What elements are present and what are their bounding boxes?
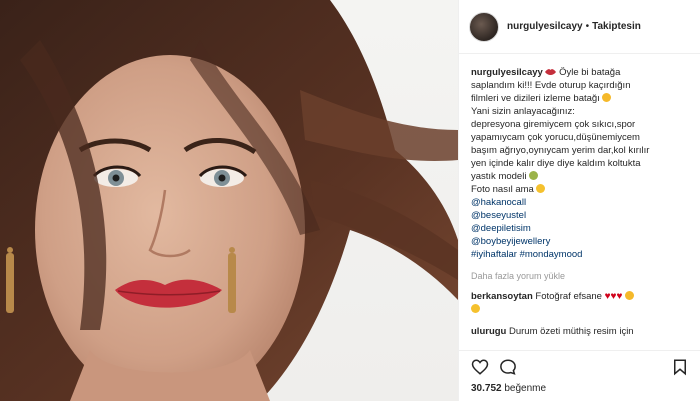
caption-line: yen içinde kalır diye diye kaldım koltuk… bbox=[471, 158, 641, 169]
comment: ulurugu Durum özeti müthiş resim için bbox=[471, 325, 689, 338]
load-more-comments[interactable]: Daha fazla yorum yükle bbox=[471, 271, 689, 281]
lips-emoji-icon bbox=[545, 69, 557, 75]
action-bar: 30.752 beğenme bbox=[459, 350, 700, 401]
comment-icon[interactable] bbox=[499, 358, 517, 376]
caption-line: saplandım ki!!! Evde oturup kaçırdığın bbox=[471, 80, 631, 91]
header-username[interactable]: nurgulyesilcayy bbox=[507, 21, 583, 32]
portrait-illustration bbox=[0, 0, 458, 401]
mention-link[interactable]: @deepiletisim bbox=[471, 222, 689, 235]
caption-line: başım ağrıyo,oynıycam yerim dar,kol kırı… bbox=[471, 145, 650, 156]
comment: berkansoytan Fotoğraf efsane ♥♥♥ bbox=[471, 290, 689, 316]
header-separator: • bbox=[585, 21, 590, 32]
comment-username[interactable]: berkansoytan bbox=[471, 291, 533, 302]
heart-icon[interactable] bbox=[471, 358, 489, 376]
caption-line: depresyona giremiycem çok sıkıcı,spor bbox=[471, 119, 636, 130]
sick-emoji-icon bbox=[529, 171, 539, 180]
comment-username[interactable]: ulurugu bbox=[471, 326, 506, 337]
caption-username[interactable]: nurgulyesilcayy bbox=[471, 67, 543, 78]
caption-line: yastık modeli bbox=[471, 171, 527, 182]
caption-line: Yani sizin anlayacağınız: bbox=[471, 106, 575, 117]
heart-eyes-emoji-icon bbox=[625, 291, 635, 300]
likes-count[interactable]: 30.752 beğenme bbox=[471, 383, 689, 394]
post-header: nurgulyesilcayy • Takiptesin bbox=[459, 0, 700, 54]
post-photo[interactable] bbox=[0, 0, 458, 401]
likes-number: 30.752 bbox=[471, 383, 502, 394]
mention-link[interactable]: @beseyustel bbox=[471, 209, 689, 222]
avatar[interactable] bbox=[469, 11, 499, 42]
hashtags[interactable]: #iyihaftalar #mondaymood bbox=[471, 248, 689, 261]
comment-text: Fotoğraf efsane bbox=[535, 291, 602, 302]
caption-line: Öyle bi batağa bbox=[559, 67, 621, 78]
grin-emoji-icon bbox=[602, 93, 612, 102]
mention-link[interactable]: @hakanocall bbox=[471, 196, 689, 209]
caption-line: yapamıycam çok yorucu,düşünemiycem bbox=[471, 132, 640, 143]
smile-emoji-icon bbox=[471, 304, 480, 313]
post-side-panel: nurgulyesilcayy • Takiptesin nurgulyesil… bbox=[458, 0, 700, 401]
caption-line: Foto nasıl ama bbox=[471, 184, 534, 195]
mention-link[interactable]: @boybeyijewellery bbox=[471, 235, 689, 248]
caption-line: filmleri ve dizileri izleme batağı bbox=[471, 93, 600, 104]
likes-label: beğenme bbox=[504, 383, 547, 394]
heart-emoji-icon: ♥♥♥ bbox=[604, 291, 623, 302]
bookmark-icon[interactable] bbox=[671, 358, 689, 376]
comment-text: Durum özeti müthiş resim için bbox=[509, 326, 634, 337]
follow-status[interactable]: Takiptesin bbox=[592, 21, 641, 32]
caption: nurgulyesilcayy Öyle bi batağa saplandım… bbox=[471, 66, 689, 261]
smile-emoji-icon bbox=[536, 184, 546, 193]
comments-section: nurgulyesilcayy Öyle bi batağa saplandım… bbox=[459, 54, 700, 350]
